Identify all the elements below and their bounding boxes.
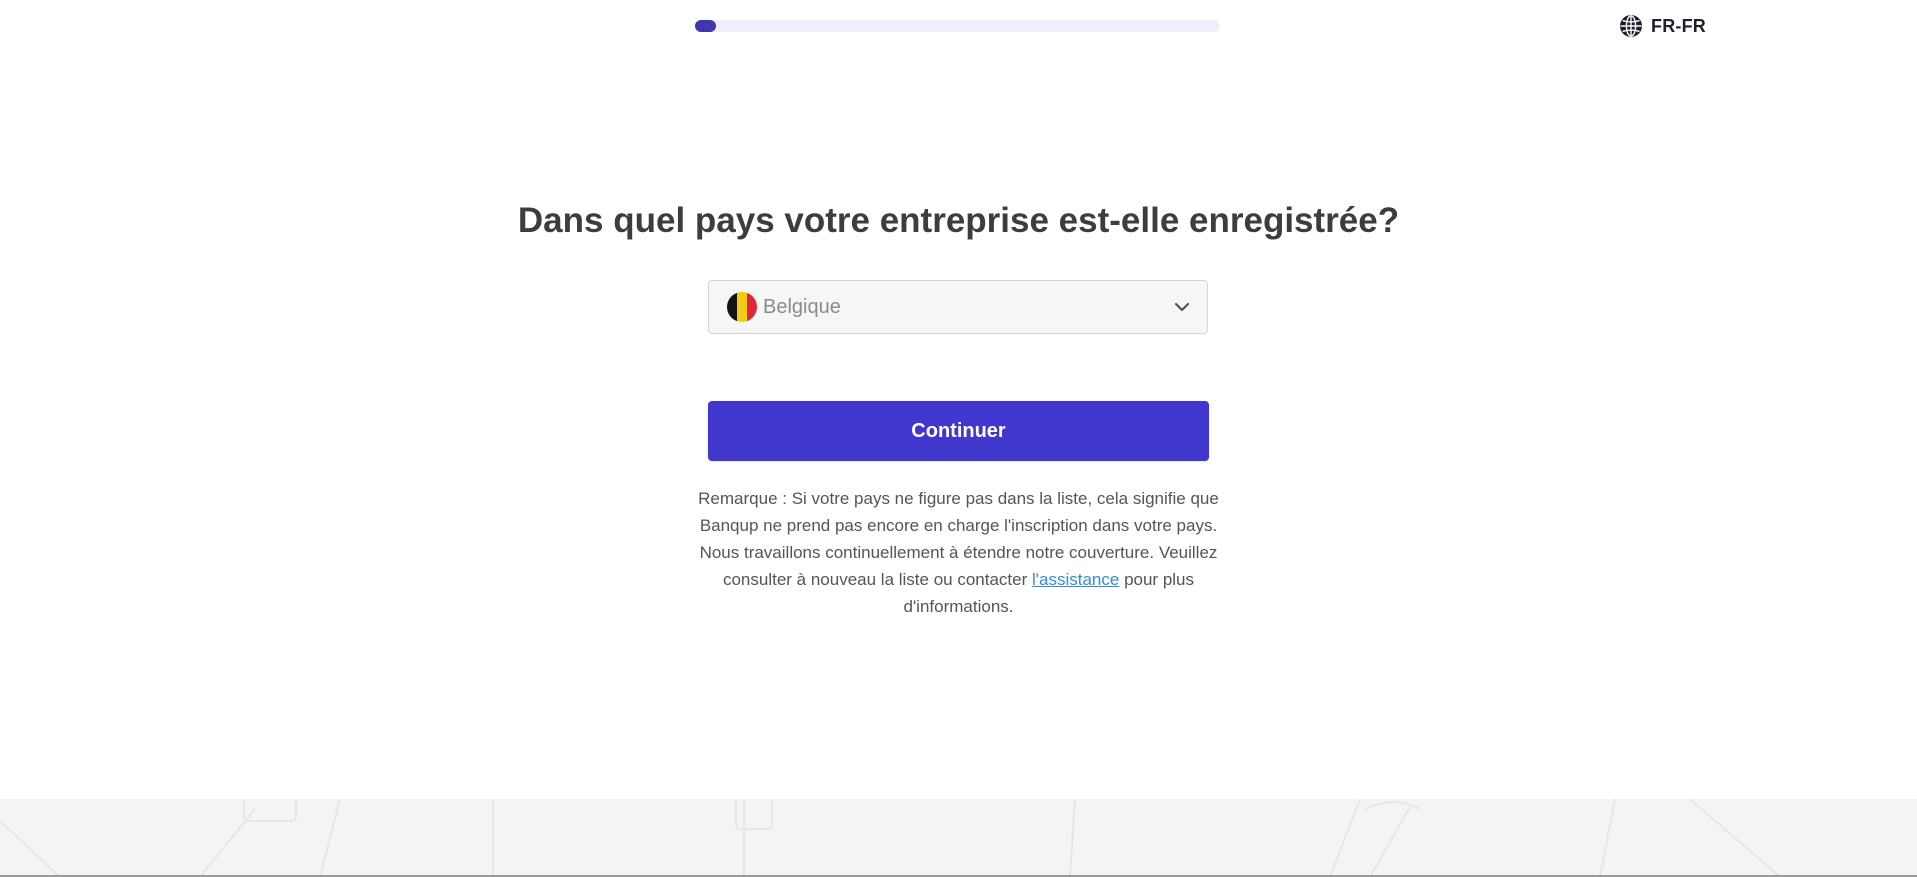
chevron-down-icon [1173,298,1191,316]
country-select[interactable]: Belgique [708,280,1208,334]
globe-icon [1618,13,1644,39]
page-title: Dans quel pays votre entreprise est-elle… [517,201,1400,240]
onboarding-page: FR-FR Dans quel pays votre entreprise es… [0,0,1917,877]
belgium-flag-icon [727,292,757,322]
continue-button[interactable]: Continuer [708,401,1209,461]
country-select-value: Belgique [763,295,841,318]
footer-illustration [0,799,1917,877]
progress-bar-fill [695,20,716,32]
coverage-note: Remarque : Si votre pays ne figure pas d… [688,485,1229,620]
language-label: FR-FR [1651,15,1706,36]
language-switcher[interactable]: FR-FR [1618,13,1706,39]
progress-bar [695,20,1220,32]
support-link[interactable]: l'assistance [1032,570,1119,589]
